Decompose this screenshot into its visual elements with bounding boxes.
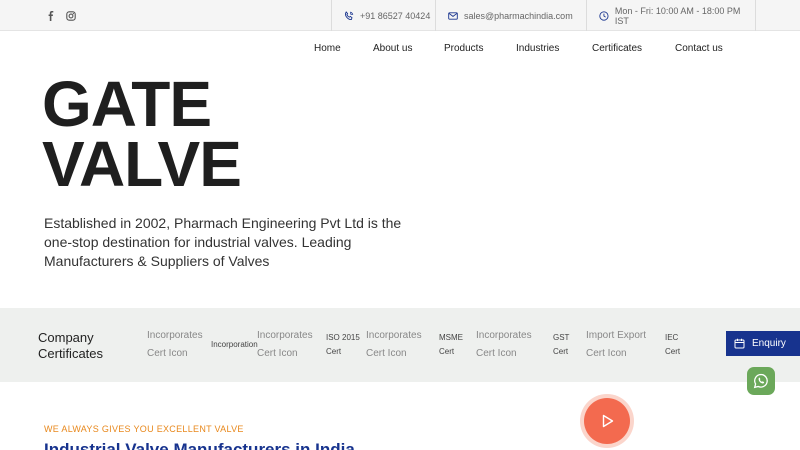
phone-number: +91 86527 40424 [360, 10, 431, 21]
calendar-icon [734, 338, 745, 349]
cert-icon-msme[interactable]: Incorporates Cert Icon [366, 327, 422, 363]
cert-icon-iec[interactable]: Import Export Cert Icon [586, 327, 646, 363]
cert-label-text: MSME [439, 333, 463, 342]
certificates-strip: Company Certificates Incorporates Cert I… [0, 308, 800, 382]
cert-icon-text: Incorporates [257, 330, 313, 341]
cert-icon-text: Cert Icon [366, 348, 407, 359]
cert-label-iso: ISO 2015 Cert [326, 331, 360, 359]
cert-icon-text: Cert Icon [476, 348, 517, 359]
nav-industries[interactable]: Industries [516, 43, 559, 54]
hero-description: Established in 2002, Pharmach Engineerin… [44, 215, 402, 269]
email-address: sales@pharmachindia.com [464, 10, 573, 21]
cert-label-gst: GST Cert [553, 331, 569, 359]
cert-label-text: ISO 2015 [326, 333, 360, 342]
main-nav: Home About us Products Industries Certif… [0, 31, 800, 67]
cert-label-text: Cert [439, 347, 455, 356]
nav-about-us[interactable]: About us [373, 43, 412, 54]
instagram-link[interactable] [66, 0, 76, 31]
certificates-heading-line2: Certificates [38, 346, 104, 361]
cert-label-iec: IEC Cert [665, 331, 680, 359]
clock-icon [599, 10, 609, 21]
cert-icon-text: Cert Icon [586, 348, 627, 359]
play-video-button[interactable] [584, 398, 630, 444]
mail-icon [448, 11, 458, 20]
cert-icon-text: Import Export [586, 330, 647, 341]
play-icon [602, 414, 614, 428]
cert-label-text: Cert [326, 347, 342, 356]
certificates-heading-line1: Company [38, 330, 94, 345]
cert-label-text: Cert [665, 347, 681, 356]
phone-info[interactable]: +91 86527 40424 [331, 0, 435, 31]
hero-title-line2: VALVE [42, 128, 242, 200]
cert-icon-text: Cert Icon [147, 348, 188, 359]
hero-title-line1: GATE [42, 68, 212, 140]
cert-icon-incorporation[interactable]: Incorporates Cert Icon [147, 327, 203, 363]
nav-contact-us[interactable]: Contact us [675, 43, 723, 54]
cert-icon-text: Incorporates [366, 330, 422, 341]
whatsapp-icon [753, 373, 768, 389]
cert-label-text: GST [553, 333, 570, 342]
cert-icon-text: Incorporates [147, 330, 203, 341]
section-title: Industrial Valve Manufacturers in India [44, 440, 355, 450]
email-info[interactable]: sales@pharmachindia.com [435, 0, 586, 31]
phone-icon [344, 10, 354, 20]
cert-icon-iso[interactable]: Incorporates Cert Icon [257, 327, 313, 363]
facebook-icon [48, 10, 54, 21]
cert-label-text: IEC [665, 333, 679, 342]
hours-info: Mon - Fri: 10:00 AM - 18:00 PM IST [586, 0, 756, 31]
cert-label-text: Cert [553, 347, 569, 356]
cert-icon-gst[interactable]: Incorporates Cert Icon [476, 327, 532, 363]
cert-label-incorporation: Incorporation [211, 340, 258, 349]
top-bar: +91 86527 40424 sales@pharmachindia.com … [0, 0, 800, 31]
instagram-icon [66, 10, 76, 21]
whatsapp-button[interactable] [747, 367, 775, 395]
enquiry-button[interactable]: Enquiry [726, 331, 800, 356]
cert-label-msme: MSME Cert [439, 331, 463, 359]
hero-title: GATE VALVE [42, 68, 242, 200]
nav-certificates[interactable]: Certificates [592, 43, 642, 54]
certificates-heading: Company Certificates [38, 330, 103, 362]
section-tagline: WE ALWAYS GIVES YOU EXCELLENT VALVE [44, 424, 244, 434]
business-hours: Mon - Fri: 10:00 AM - 18:00 PM IST [614, 5, 741, 26]
cert-icon-text: Incorporates [476, 330, 532, 341]
enquiry-label: Enquiry [752, 338, 786, 349]
facebook-link[interactable] [46, 0, 56, 31]
video-play-ring [580, 394, 634, 448]
nav-products[interactable]: Products [444, 43, 483, 54]
nav-home[interactable]: Home [314, 43, 341, 54]
cert-icon-text: Cert Icon [257, 348, 298, 359]
